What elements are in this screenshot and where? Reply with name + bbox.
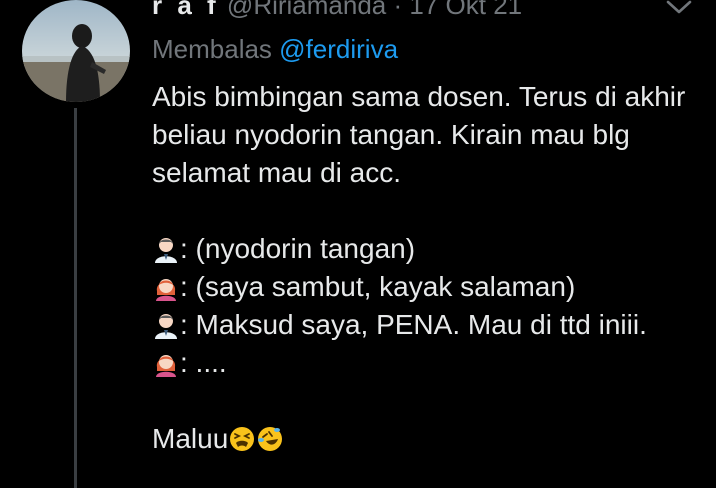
reply-to-handle[interactable]: @ferdiriva — [279, 34, 398, 64]
tweet-intro: Abis bimbingan sama dosen. Terus di akhi… — [152, 81, 694, 188]
thread-line — [74, 108, 77, 488]
tweet-text: Abis bimbingan sama dosen. Terus di akhi… — [152, 78, 704, 458]
woman-red-hair-emoji — [152, 273, 180, 301]
closing-line: Maluu — [152, 420, 704, 458]
man-office-worker-emoji — [152, 235, 180, 263]
closing-text: Maluu — [152, 423, 229, 454]
woman-red-hair-emoji — [152, 349, 180, 377]
dialogue-text: : (nyodorin tangan) — [180, 233, 416, 264]
rolling-on-floor-laughing-emoji — [256, 425, 284, 453]
tweet-date[interactable]: 17 Okt 21 — [409, 0, 522, 20]
tired-face-emoji — [228, 425, 256, 453]
reply-label: Membalas — [152, 34, 272, 64]
dialogue-text: : Maksud saya, PENA. Mau di ttd iniii. — [180, 309, 647, 340]
avatar[interactable] — [22, 0, 130, 102]
chevron-down-icon[interactable] — [662, 0, 696, 20]
reply-context: Membalas @ferdiriva — [152, 33, 398, 65]
dialogue-line: : (nyodorin tangan) — [152, 230, 704, 268]
tweet-header: r a f @Ririamanda · 17 Okt 21 — [152, 0, 522, 20]
dialogue-line: : Maksud saya, PENA. Mau di ttd iniii. — [152, 306, 704, 344]
dialogue-line: : (saya sambut, kayak salaman) — [152, 268, 704, 306]
display-name[interactable]: r a f — [152, 0, 220, 20]
user-handle[interactable]: @Ririamanda — [227, 0, 386, 20]
separator: · — [393, 0, 403, 20]
dialogue-line: : .... — [152, 344, 704, 382]
man-office-worker-emoji — [152, 311, 180, 339]
dialogue-text: : .... — [180, 347, 227, 378]
dialogue-text: : (saya sambut, kayak salaman) — [180, 271, 576, 302]
